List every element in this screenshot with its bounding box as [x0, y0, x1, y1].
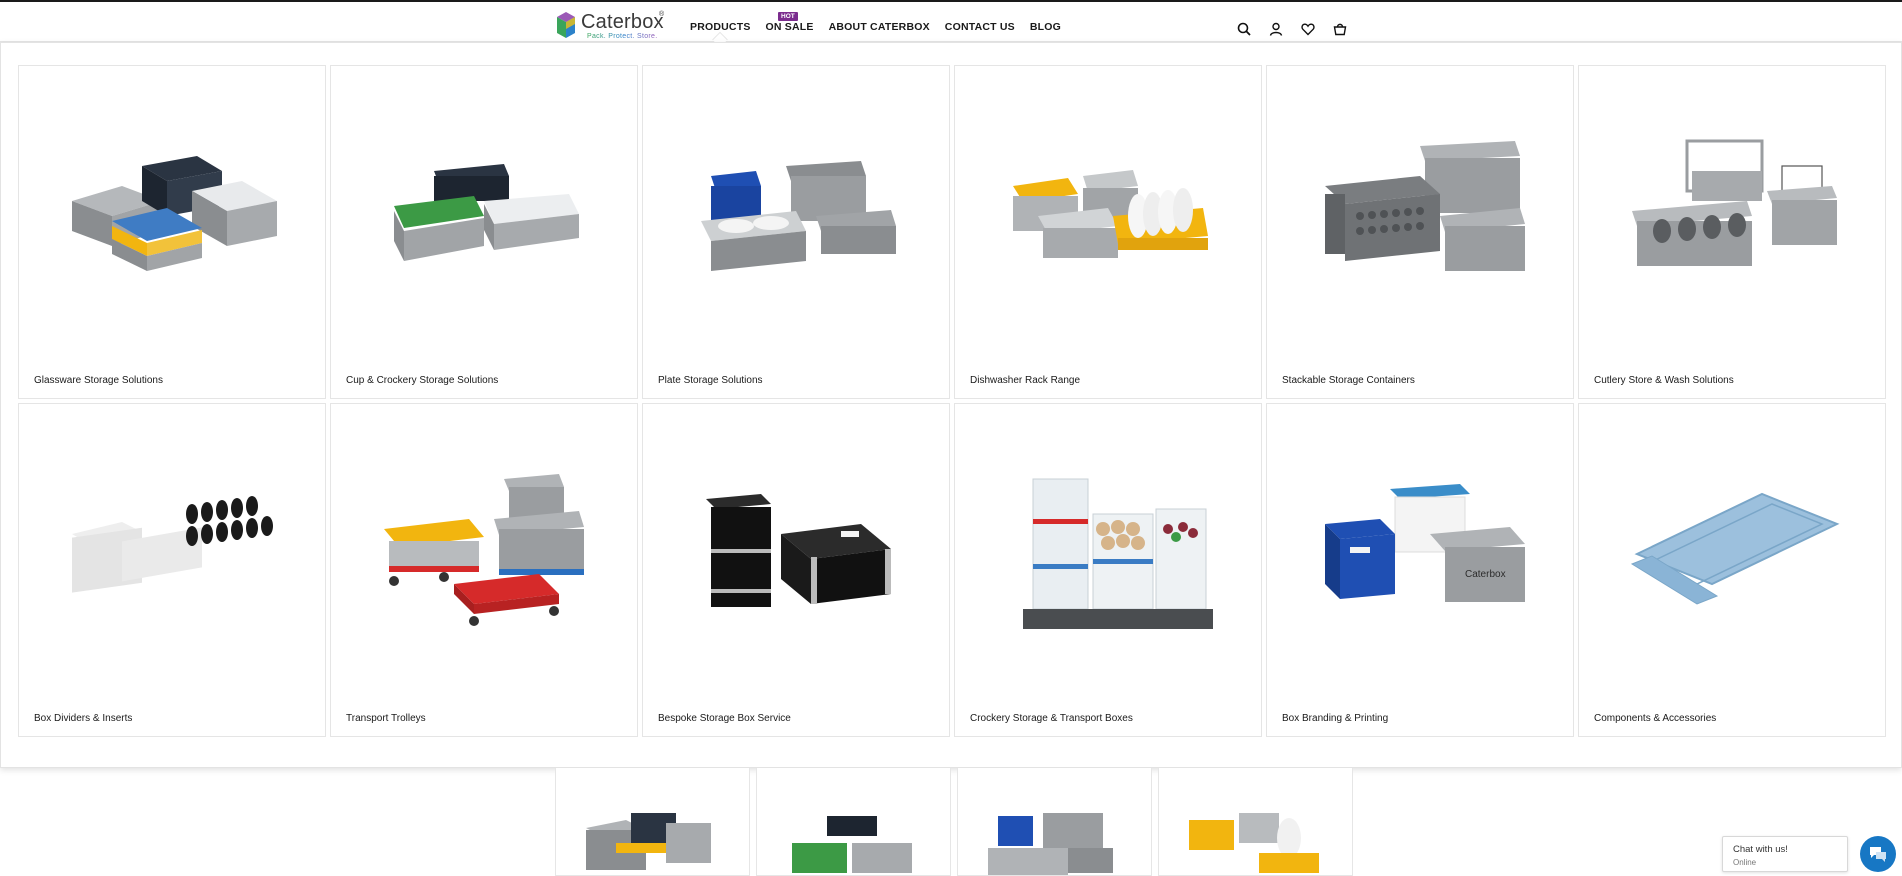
plate-image — [663, 106, 929, 326]
site-header: Caterbox ® Pack. Protect. Store. PRODUCT… — [0, 2, 1902, 42]
category-card-dishwasher[interactable]: Dishwasher Rack Range — [954, 65, 1262, 399]
category-label: Cup & Crockery Storage Solutions — [346, 375, 499, 386]
chat-widget[interactable]: Chat with us! Online — [1722, 836, 1848, 872]
nav-contact[interactable]: CONTACT US — [945, 21, 1015, 33]
category-card-branding[interactable]: Caterbox Box Branding & Printing — [1266, 403, 1574, 737]
product-card[interactable] — [957, 768, 1152, 876]
category-label: Cutlery Store & Wash Solutions — [1594, 375, 1734, 386]
logo-wordmark: Caterbox — [581, 11, 664, 33]
cart-icon[interactable] — [1330, 19, 1350, 39]
product-card[interactable] — [1158, 768, 1353, 876]
chat-status: Online — [1733, 858, 1757, 867]
category-card-cutlery[interactable]: Cutlery Store & Wash Solutions — [1578, 65, 1886, 399]
category-card-dividers[interactable]: Box Dividers & Inserts — [18, 403, 326, 737]
category-label: Crockery Storage & Transport Boxes — [970, 713, 1133, 724]
nav-on-sale[interactable]: ON SALE — [766, 21, 814, 33]
category-label: Box Branding & Printing — [1282, 713, 1389, 724]
category-label: Transport Trolleys — [346, 713, 426, 724]
category-card-plate[interactable]: Plate Storage Solutions — [642, 65, 950, 399]
account-icon[interactable] — [1266, 19, 1286, 39]
main-nav: PRODUCTS ON SALE ABOUT CATERBOX CONTACT … — [690, 21, 1076, 33]
stackable-image — [1287, 106, 1553, 326]
category-label: Components & Accessories — [1594, 713, 1717, 724]
category-label: Box Dividers & Inserts — [34, 713, 133, 724]
svg-text:Caterbox: Caterbox — [1465, 569, 1506, 580]
category-card-trolleys[interactable]: Transport Trolleys — [330, 403, 638, 737]
category-card-crockery-transport[interactable]: Crockery Storage & Transport Boxes — [954, 403, 1262, 737]
category-label: Dishwasher Rack Range — [970, 375, 1081, 386]
trolleys-image — [351, 444, 617, 664]
dividers-image — [39, 444, 305, 664]
chat-title: Chat with us! — [1733, 844, 1788, 855]
nav-products[interactable]: PRODUCTS — [690, 21, 751, 33]
category-card-glassware[interactable]: Glassware Storage Solutions — [18, 65, 326, 399]
crockery-transport-image — [975, 444, 1241, 664]
product-card[interactable] — [555, 768, 750, 876]
category-label: Glassware Storage Solutions — [34, 375, 163, 386]
category-card-stackable[interactable]: Stackable Storage Containers — [1266, 65, 1574, 399]
category-label: Bespoke Storage Box Service — [658, 713, 791, 724]
category-label: Stackable Storage Containers — [1282, 375, 1415, 386]
caterbox-logo[interactable]: Caterbox ® Pack. Protect. Store. — [556, 8, 668, 42]
glassware-image — [39, 106, 305, 326]
hot-badge: HOT — [778, 12, 798, 21]
category-card-bespoke[interactable]: Bespoke Storage Box Service — [642, 403, 950, 737]
category-card-cup-crockery[interactable]: Cup & Crockery Storage Solutions — [330, 65, 638, 399]
logo-trademark: ® — [659, 11, 665, 18]
wishlist-icon[interactable] — [1298, 19, 1318, 39]
search-icon[interactable] — [1234, 19, 1254, 39]
product-card[interactable] — [756, 768, 951, 876]
cube-logo-icon — [557, 12, 575, 38]
cup-crockery-image — [351, 106, 617, 326]
category-grid: Glassware Storage Solutions Cup & Crocke… — [18, 65, 1886, 737]
category-label: Plate Storage Solutions — [658, 375, 763, 386]
bespoke-image — [663, 444, 929, 664]
chat-bubble-icon[interactable] — [1860, 836, 1896, 872]
products-mega-menu: Glassware Storage Solutions Cup & Crocke… — [0, 42, 1902, 768]
components-image — [1599, 444, 1865, 664]
header-icons — [1234, 19, 1350, 39]
nav-about[interactable]: ABOUT CATERBOX — [829, 21, 930, 33]
cutlery-image — [1599, 106, 1865, 326]
nav-blog[interactable]: BLOG — [1030, 21, 1061, 33]
category-card-components[interactable]: Components & Accessories — [1578, 403, 1886, 737]
branding-image: Caterbox — [1287, 444, 1553, 664]
dishwasher-image — [975, 106, 1241, 326]
logo-tagline: Pack. Protect. Store. — [587, 33, 658, 40]
featured-products-strip — [555, 768, 1353, 876]
